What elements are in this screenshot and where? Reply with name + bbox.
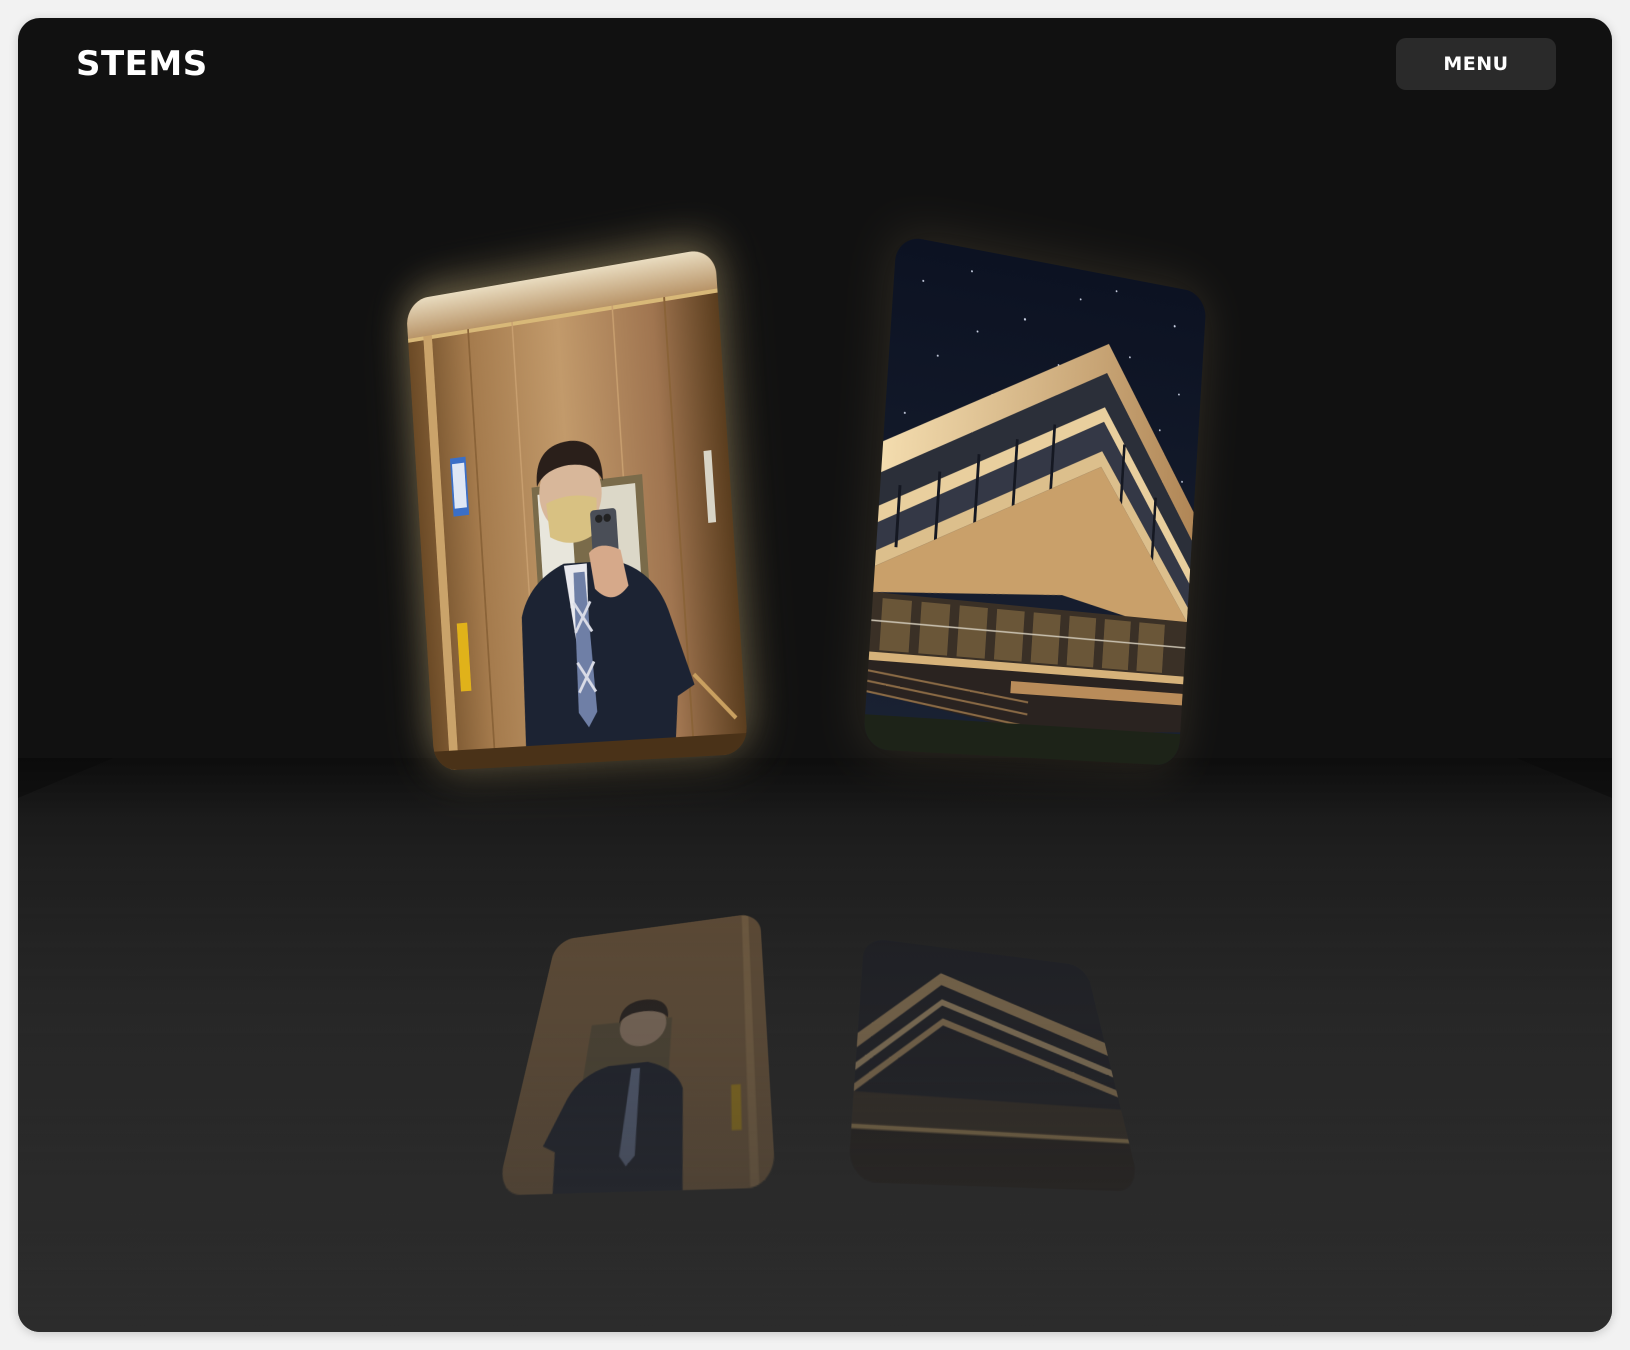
elevator-photo-image: [405, 247, 749, 772]
elevator-photo-reflection: [496, 912, 776, 1196]
building-reflection-image: [847, 937, 1142, 1192]
gallery-card-building-photo[interactable]: [862, 234, 1207, 766]
carousel-stage: [18, 18, 1612, 1332]
building-photo-reflection: [847, 937, 1142, 1192]
gallery-card-elevator-photo[interactable]: [405, 247, 749, 772]
app-window: STEMS MENU: [18, 18, 1612, 1332]
elevator-reflection-image: [496, 912, 776, 1196]
building-photo-image: [862, 234, 1207, 766]
